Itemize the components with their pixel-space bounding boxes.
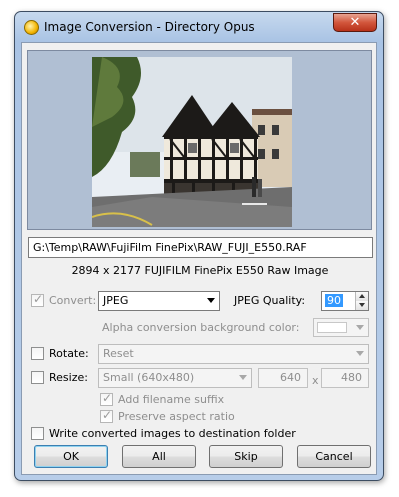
rotate-checkbox[interactable] — [31, 347, 44, 360]
write-destination-label: Write converted images to destination fo… — [49, 427, 296, 440]
preview-photo — [91, 57, 292, 227]
chevron-down-icon — [239, 375, 247, 380]
window-title: Image Conversion - Directory Opus — [44, 20, 255, 34]
convert-checkbox[interactable] — [31, 292, 44, 307]
chevron-down-icon — [356, 351, 364, 356]
chevron-down-icon — [207, 298, 215, 303]
alpha-color-picker[interactable] — [313, 318, 369, 337]
resize-times-label: x — [312, 374, 319, 387]
close-button[interactable]: ✕ — [333, 13, 377, 32]
resize-height-field[interactable]: 480 — [321, 368, 369, 388]
all-button[interactable]: All — [122, 445, 196, 468]
color-swatch — [317, 322, 347, 333]
rotate-select[interactable]: Reset — [98, 344, 369, 364]
resize-label: Resize: — [49, 371, 88, 384]
rotate-value: Reset — [103, 347, 134, 360]
directory-opus-icon — [24, 20, 39, 35]
image-preview — [27, 50, 372, 230]
image-info: 2894 x 2177 FUJIFILM FinePix E550 Raw Im… — [71, 264, 329, 277]
chevron-down-icon — [356, 325, 364, 330]
jpeg-quality-label: JPEG Quality: — [234, 294, 306, 307]
rotate-label: Rotate: — [49, 347, 89, 360]
preserve-aspect-checkbox[interactable] — [100, 408, 113, 423]
format-select[interactable]: JPEG — [98, 291, 220, 311]
resize-preset-value: Small (640x480) — [103, 371, 195, 384]
preserve-aspect-label: Preserve aspect ratio — [118, 410, 235, 423]
add-suffix-checkbox[interactable] — [100, 391, 113, 406]
dialog-body: G:\Temp\RAW\FujiFilm FinePix\RAW_FUJI_E5… — [21, 42, 377, 475]
resize-width-field[interactable]: 640 — [258, 368, 308, 388]
format-value: JPEG — [103, 294, 129, 307]
jpeg-quality-stepper[interactable]: 90 — [321, 291, 369, 311]
cancel-button[interactable]: Cancel — [297, 445, 371, 468]
ok-button[interactable]: OK — [34, 445, 108, 468]
alpha-background-label: Alpha conversion background color: — [102, 321, 300, 334]
spin-up-icon[interactable] — [355, 292, 368, 301]
spin-down-icon[interactable] — [355, 301, 368, 310]
image-conversion-dialog: Image Conversion - Directory Opus ✕ G:\T… — [14, 11, 384, 481]
file-path-field[interactable]: G:\Temp\RAW\FujiFilm FinePix\RAW_FUJI_E5… — [28, 237, 373, 258]
add-suffix-label: Add filename suffix — [118, 393, 225, 406]
convert-label: Convert: — [49, 294, 97, 307]
resize-checkbox[interactable] — [31, 371, 44, 384]
skip-button[interactable]: Skip — [209, 445, 283, 468]
resize-preset-select[interactable]: Small (640x480) — [98, 368, 252, 388]
write-destination-checkbox[interactable] — [31, 427, 44, 440]
jpeg-quality-value[interactable]: 90 — [325, 294, 343, 307]
title-bar[interactable]: Image Conversion - Directory Opus ✕ — [15, 12, 383, 42]
